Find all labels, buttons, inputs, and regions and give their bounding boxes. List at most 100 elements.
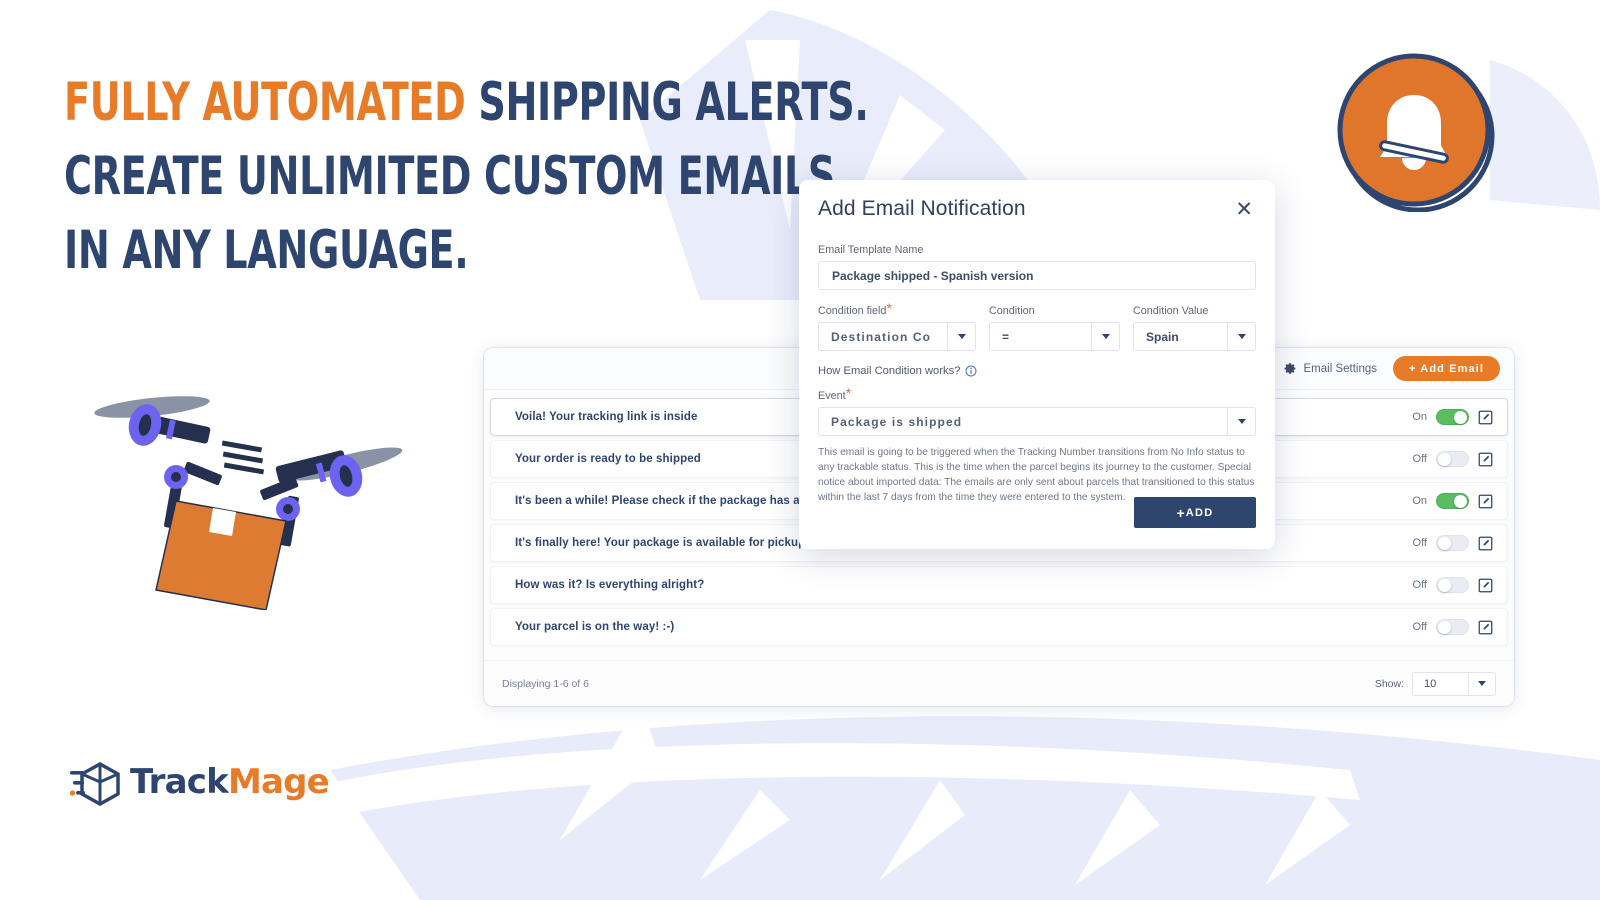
chevron-down-icon[interactable]	[1227, 322, 1256, 351]
how-email-condition-works-link[interactable]: How Email Condition works?	[818, 365, 1256, 377]
template-name-label: Email Template Name	[818, 244, 924, 256]
condition-value-value: Spain	[1133, 322, 1227, 351]
edit-icon[interactable]	[1478, 620, 1493, 635]
condition-operator-select[interactable]: =	[989, 322, 1120, 351]
required-asterisk: *	[845, 385, 852, 401]
row-controls: Off	[1413, 441, 1493, 477]
headline-line-2: CREATE UNLIMITED CUSTOM EMAILS,	[64, 146, 850, 207]
hero-headline: FULLY AUTOMATED SHIPPING ALERTS. CREATE …	[64, 66, 869, 288]
headline-line-3: IN ANY LANGUAGE.	[64, 220, 469, 281]
condition-row: Condition field* Destination Co Conditio…	[818, 301, 1256, 351]
row-toggle[interactable]	[1436, 577, 1469, 593]
event-label: Event*	[818, 385, 852, 402]
email-settings-label: Email Settings	[1303, 362, 1378, 375]
condition-value-select[interactable]: Spain	[1133, 322, 1256, 351]
condition-operator-value: =	[989, 322, 1091, 351]
toggle-state-label: Off	[1412, 453, 1427, 465]
condition-value-group: Condition Value Spain	[1133, 301, 1256, 351]
toggle-knob	[1438, 537, 1451, 550]
row-toggle[interactable]	[1436, 535, 1469, 551]
how-works-label: How Email Condition works?	[818, 365, 961, 377]
row-controls: Off	[1413, 567, 1493, 603]
show-label: Show:	[1374, 677, 1404, 690]
edit-icon[interactable]	[1478, 494, 1493, 509]
toggle-state-label: Off	[1412, 537, 1427, 549]
headline-highlight: FULLY AUTOMATED	[64, 72, 466, 133]
row-title: Your parcel is on the way! :-)	[515, 621, 675, 633]
page-size-select[interactable]: 10	[1412, 671, 1496, 696]
trackmage-logo: TrackMage	[69, 760, 330, 812]
condition-field-group: Condition field* Destination Co	[818, 301, 976, 351]
toggle-knob	[1438, 621, 1451, 634]
chevron-down-icon[interactable]	[1091, 322, 1120, 351]
trackmage-cube-icon	[69, 761, 120, 807]
headline-line-1: FULLY AUTOMATED SHIPPING ALERTS.	[64, 66, 869, 140]
row-title: It's been a while! Please check if the p…	[515, 495, 833, 507]
row-title: Your order is ready to be shipped	[515, 453, 701, 465]
event-description: This email is going to be triggered when…	[818, 447, 1255, 503]
row-controls: Off	[1413, 525, 1493, 561]
table-row[interactable]: How was it? Is everything alright? Off	[490, 566, 1508, 604]
chevron-down-icon[interactable]	[1468, 671, 1496, 696]
edit-icon[interactable]	[1478, 578, 1493, 593]
logo-wordmark: TrackMage	[130, 762, 330, 802]
row-toggle[interactable]	[1436, 493, 1469, 509]
chevron-down-icon[interactable]	[1227, 407, 1256, 436]
gear-icon	[1284, 363, 1295, 374]
modal-header: Add Email Notification ✕	[818, 180, 1256, 222]
info-icon[interactable]	[965, 365, 977, 377]
condition-field-label: Condition field*	[818, 300, 892, 317]
toggle-state-label: On	[1412, 411, 1427, 423]
bell-badge	[1336, 52, 1496, 213]
bell-icon	[1337, 53, 1495, 213]
condition-label: Condition	[989, 305, 1035, 317]
plus-icon: +	[1176, 504, 1185, 521]
modal-add-button[interactable]: + ADD	[1134, 497, 1256, 528]
headline-line-1-rest: SHIPPING ALERTS.	[465, 72, 869, 133]
toggle-knob	[1454, 495, 1467, 508]
drone-icon	[94, 396, 403, 611]
delivery-drone-illustration	[80, 378, 410, 611]
toggle-knob	[1454, 411, 1467, 424]
row-toggle[interactable]	[1436, 409, 1469, 425]
required-asterisk: *	[886, 300, 892, 316]
toggle-knob	[1438, 453, 1451, 466]
condition-field-value: Destination Co	[818, 322, 947, 351]
page-size-control: Show: 10	[1374, 671, 1496, 696]
template-name-input[interactable]: Package shipped - Spanish version	[818, 261, 1256, 290]
add-email-notification-modal: Add Email Notification ✕ Email Template …	[799, 180, 1275, 549]
page-root: FULLY AUTOMATED SHIPPING ALERTS. CREATE …	[0, 0, 1600, 900]
row-controls: Off	[1413, 609, 1493, 645]
row-title: Voila! Your tracking link is inside	[515, 411, 698, 423]
logo-mage: Mage	[227, 762, 330, 802]
condition-value-label: Condition Value	[1133, 305, 1209, 317]
row-controls: On	[1412, 399, 1493, 435]
row-controls: On	[1412, 483, 1493, 519]
modal-title: Add Email Notification	[818, 197, 1026, 220]
chevron-down-icon[interactable]	[947, 322, 976, 351]
email-settings-button[interactable]: Email Settings	[1284, 362, 1378, 375]
toggle-state-label: On	[1412, 495, 1427, 507]
event-value: Package is shipped	[818, 407, 1227, 436]
close-icon[interactable]: ✕	[1232, 197, 1256, 222]
row-title: It's finally here! Your package is avail…	[515, 537, 806, 549]
template-name-field: Email Template Name Package shipped - Sp…	[818, 240, 1256, 290]
toggle-state-label: Off	[1412, 579, 1427, 591]
logo-track: Track	[130, 762, 229, 802]
event-field-group: Event* Package is shipped	[818, 386, 1256, 436]
edit-icon[interactable]	[1478, 410, 1493, 425]
condition-operator-group: Condition =	[989, 301, 1120, 351]
panel-footer: Displaying 1-6 of 6 Show: 10	[484, 660, 1514, 706]
toggle-knob	[1438, 579, 1451, 592]
event-select[interactable]: Package is shipped	[818, 407, 1256, 436]
row-title: How was it? Is everything alright?	[515, 579, 705, 591]
table-row[interactable]: Your parcel is on the way! :-) Off	[490, 608, 1508, 646]
add-email-button[interactable]: + Add Email	[1393, 356, 1500, 381]
edit-icon[interactable]	[1478, 536, 1493, 551]
displaying-count: Displaying 1-6 of 6	[502, 677, 589, 690]
row-toggle[interactable]	[1436, 619, 1469, 635]
condition-field-select[interactable]: Destination Co	[818, 322, 976, 351]
row-toggle[interactable]	[1436, 451, 1469, 467]
page-size-value: 10	[1412, 671, 1468, 696]
edit-icon[interactable]	[1478, 452, 1493, 467]
